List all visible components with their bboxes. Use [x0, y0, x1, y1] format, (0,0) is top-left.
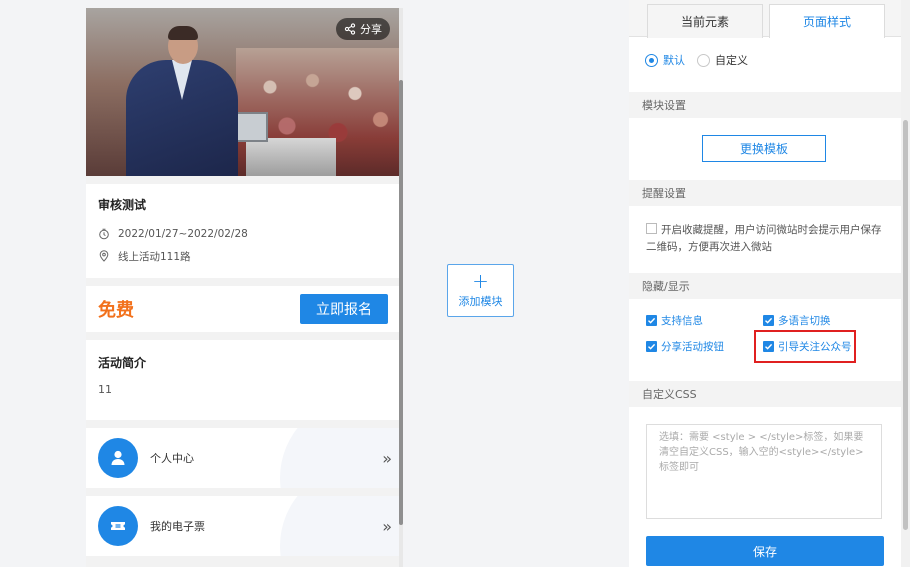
- price-label: 免费: [98, 300, 134, 321]
- location-pin-icon: [99, 250, 109, 262]
- event-info-card: 审核测试 2022/01/27~2022/02/28 线上活动111路: [86, 184, 400, 278]
- price-bar: 免费 立即报名: [86, 286, 400, 332]
- checkbox-checked-icon: [646, 341, 657, 352]
- event-cover-image: 分享: [86, 8, 400, 176]
- menu-item-personal-center[interactable]: 个人中心 »: [86, 428, 400, 488]
- double-chevron-right-icon: »: [382, 516, 392, 536]
- save-button[interactable]: 保存: [646, 536, 884, 566]
- checkbox-share-button[interactable]: 分享活动按钮: [646, 339, 724, 354]
- intro-heading: 活动简介: [98, 356, 147, 370]
- clock-icon: [99, 228, 109, 240]
- radio-dot: [645, 53, 658, 67]
- checkbox-language-switch[interactable]: 多语言切换: [763, 313, 831, 328]
- checkbox-label: 支持信息: [661, 315, 703, 327]
- section-header-custom-css: 自定义CSS: [629, 381, 901, 407]
- share-icon: [344, 23, 356, 35]
- custom-css-textarea[interactable]: 选填：需要 <style > </style>标签，如果要清空自定义CSS，输入…: [646, 424, 882, 519]
- mobile-preview: 分享 审核测试 2022/01/27~2022/02/28 线上活动111路 免…: [86, 8, 400, 567]
- tab-page-style[interactable]: 页面样式: [769, 4, 885, 38]
- panel-scrollbar[interactable]: [903, 120, 908, 530]
- event-date: 2022/01/27~2022/02/28: [118, 228, 248, 240]
- settings-tabs: 当前元素 页面样式: [629, 0, 901, 38]
- user-icon: [111, 450, 125, 465]
- settings-panel: 当前元素 页面样式 默认 自定义 模块设置 更换模板 提醒设置 开启收藏提醒，用…: [629, 0, 901, 567]
- plus-icon: +: [472, 269, 489, 293]
- section-header-module: 模块设置: [629, 92, 901, 118]
- remind-option: 开启收藏提醒，用户访问微站时会提示用户保存二维码，方便再次进入微站: [646, 222, 886, 256]
- signup-button[interactable]: 立即报名: [300, 294, 388, 324]
- event-location: 线上活动111路: [118, 250, 191, 263]
- remind-text: 开启收藏提醒，用户访问微站时会提示用户保存二维码，方便再次进入微站: [646, 224, 882, 253]
- event-intro-card: 活动简介 11: [86, 340, 400, 420]
- checkbox-support-info[interactable]: 支持信息: [646, 313, 703, 328]
- menu-item-e-ticket[interactable]: 我的电子票 »: [86, 496, 400, 556]
- double-chevron-right-icon: »: [382, 448, 392, 468]
- share-button[interactable]: 分享: [336, 18, 390, 40]
- highlight-box: [754, 330, 856, 363]
- radio-dot: [697, 53, 710, 67]
- style-radio-group: 默认 自定义: [645, 52, 748, 68]
- event-title: 审核测试: [98, 198, 147, 212]
- radio-custom[interactable]: 自定义: [697, 52, 748, 68]
- ticket-icon: [111, 522, 125, 530]
- intro-text: 11: [98, 383, 112, 396]
- checkbox-checked-icon: [646, 315, 657, 326]
- replace-template-button[interactable]: 更换模板: [702, 135, 826, 162]
- checkbox-checked-icon: [763, 315, 774, 326]
- radio-default[interactable]: 默认: [645, 52, 685, 68]
- add-module-label: 添加模块: [458, 295, 503, 308]
- section-header-visibility: 隐藏/显示: [629, 273, 901, 299]
- section-header-remind: 提醒设置: [629, 180, 901, 206]
- menu-item-label: 个人中心: [150, 452, 194, 465]
- panel-scrollbar-track: [901, 0, 910, 567]
- add-module-button[interactable]: + 添加模块: [447, 264, 514, 317]
- remind-checkbox[interactable]: [646, 223, 657, 234]
- checkbox-label: 分享活动按钮: [661, 341, 724, 353]
- radio-label: 自定义: [715, 54, 748, 67]
- tab-current-element[interactable]: 当前元素: [647, 4, 763, 38]
- checkbox-label: 多语言切换: [778, 315, 831, 327]
- radio-label: 默认: [663, 54, 685, 67]
- preview-scrollbar[interactable]: [399, 80, 403, 525]
- share-label: 分享: [360, 23, 382, 36]
- menu-item-label: 我的电子票: [150, 520, 205, 533]
